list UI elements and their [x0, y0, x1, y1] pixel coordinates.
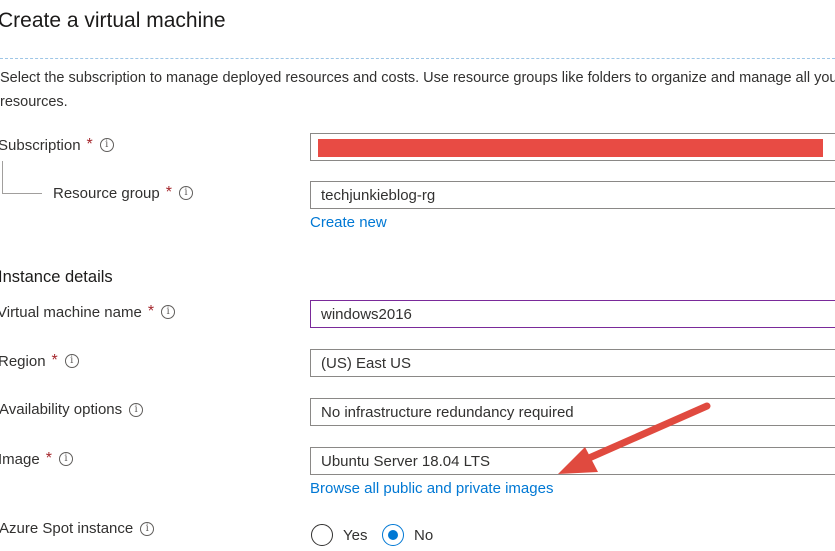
arrow-head: [558, 447, 598, 474]
required-marker: *: [51, 352, 58, 369]
info-icon[interactable]: i: [129, 402, 144, 417]
info-icon[interactable]: i: [99, 138, 114, 152]
info-icon[interactable]: i: [64, 354, 79, 368]
required-marker: *: [165, 184, 172, 201]
image-label: Image * i: [0, 450, 73, 468]
required-marker: *: [45, 450, 52, 467]
redaction-bar: [318, 139, 823, 157]
arrow-shaft: [576, 402, 711, 466]
region-dropdown[interactable]: (US) East US: [310, 349, 835, 377]
radio-yes[interactable]: [311, 524, 333, 546]
region-label: Region * i: [0, 352, 79, 370]
page-title: Create a virtual machine: [0, 9, 226, 32]
region-value: (US) East US: [321, 354, 412, 372]
spot-instance-label: Azure Spot instance i: [0, 520, 155, 537]
spot-instance-label-text: Azure Spot instance: [0, 520, 134, 537]
subscription-label-text: Subscription: [0, 136, 81, 154]
create-new-link[interactable]: Create new: [310, 214, 387, 231]
info-icon[interactable]: i: [178, 186, 193, 200]
availability-label: Availability options i: [0, 401, 144, 418]
resource-group-label: Resource group * i: [53, 184, 193, 202]
resource-group-value: techjunkieblog-rg: [321, 186, 436, 204]
resource-group-dropdown[interactable]: techjunkieblog-rg: [310, 181, 835, 209]
radio-yes-label: Yes: [343, 526, 368, 544]
availability-value: No infrastructure redundancy required: [321, 403, 574, 421]
image-label-text: Image: [0, 450, 40, 468]
resource-group-label-text: Resource group: [53, 184, 160, 202]
tree-connector-horizontal: [2, 193, 42, 194]
page-description: Select the subscription to manage deploy…: [0, 70, 835, 110]
spot-radio-no[interactable]: No: [382, 524, 433, 546]
instance-details-heading: Instance details: [0, 268, 113, 286]
vm-name-value: windows2016: [321, 305, 412, 323]
vm-name-input[interactable]: windows2016: [310, 300, 835, 328]
info-icon[interactable]: i: [58, 452, 73, 466]
image-value: Ubuntu Server 18.04 LTS: [321, 452, 490, 470]
required-marker: *: [86, 136, 93, 153]
vm-name-label: Virtual machine name * i: [0, 303, 176, 321]
annotation-arrow: [558, 402, 711, 474]
radio-no[interactable]: [382, 524, 404, 546]
region-label-text: Region: [0, 352, 46, 370]
subscription-label: Subscription * i: [0, 136, 114, 154]
radio-no-label: No: [414, 526, 434, 544]
tree-connector-vertical: [2, 161, 3, 193]
info-icon[interactable]: i: [161, 305, 176, 319]
spot-radio-yes[interactable]: Yes: [311, 524, 367, 546]
availability-label-text: Availability options: [0, 401, 123, 418]
required-marker: *: [147, 303, 155, 320]
title-divider: [0, 58, 835, 59]
browse-images-link[interactable]: Browse all public and private images: [310, 480, 553, 497]
info-icon[interactable]: i: [140, 521, 155, 536]
vm-name-label-text: Virtual machine name: [0, 303, 142, 321]
radio-selected-dot: [388, 530, 398, 540]
